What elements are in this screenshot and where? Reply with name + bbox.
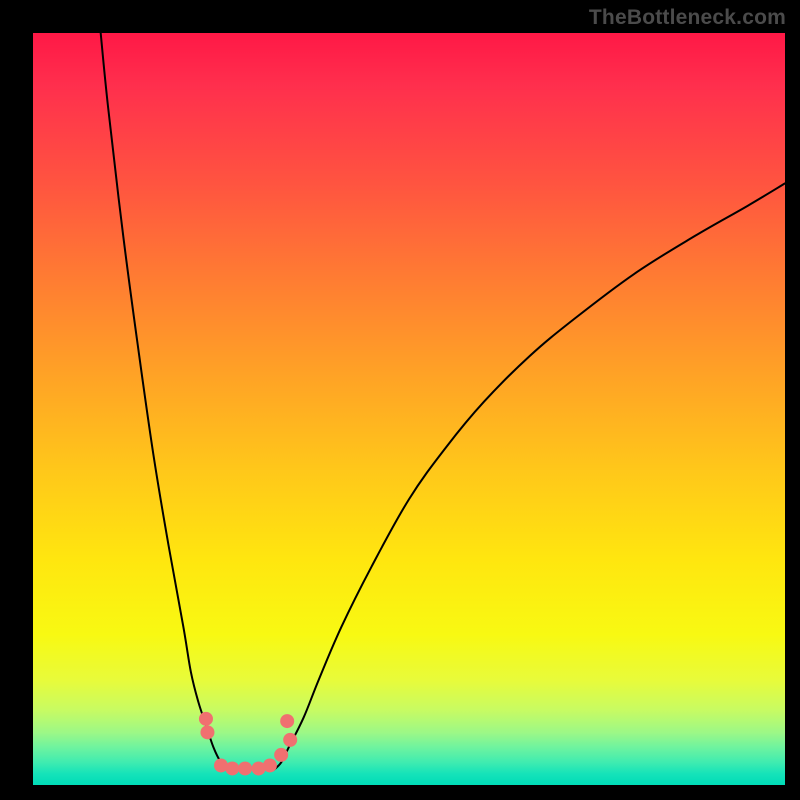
watermark-text: TheBottleneck.com: [589, 6, 786, 30]
curve-layer: [101, 33, 785, 770]
plot-area: [33, 33, 785, 785]
chart-svg: [33, 33, 785, 785]
trough-marker: [274, 748, 288, 762]
trough-marker: [280, 714, 294, 728]
trough-marker: [200, 725, 214, 739]
chart-frame: TheBottleneck.com: [0, 0, 800, 800]
curve-right-curve: [274, 183, 785, 770]
trough-marker: [199, 712, 213, 726]
curve-left-curve: [101, 33, 229, 770]
trough-marker: [263, 758, 277, 772]
trough-marker: [283, 733, 297, 747]
trough-marker: [238, 761, 252, 775]
trough-marker: [225, 761, 239, 775]
marker-layer: [199, 712, 297, 776]
